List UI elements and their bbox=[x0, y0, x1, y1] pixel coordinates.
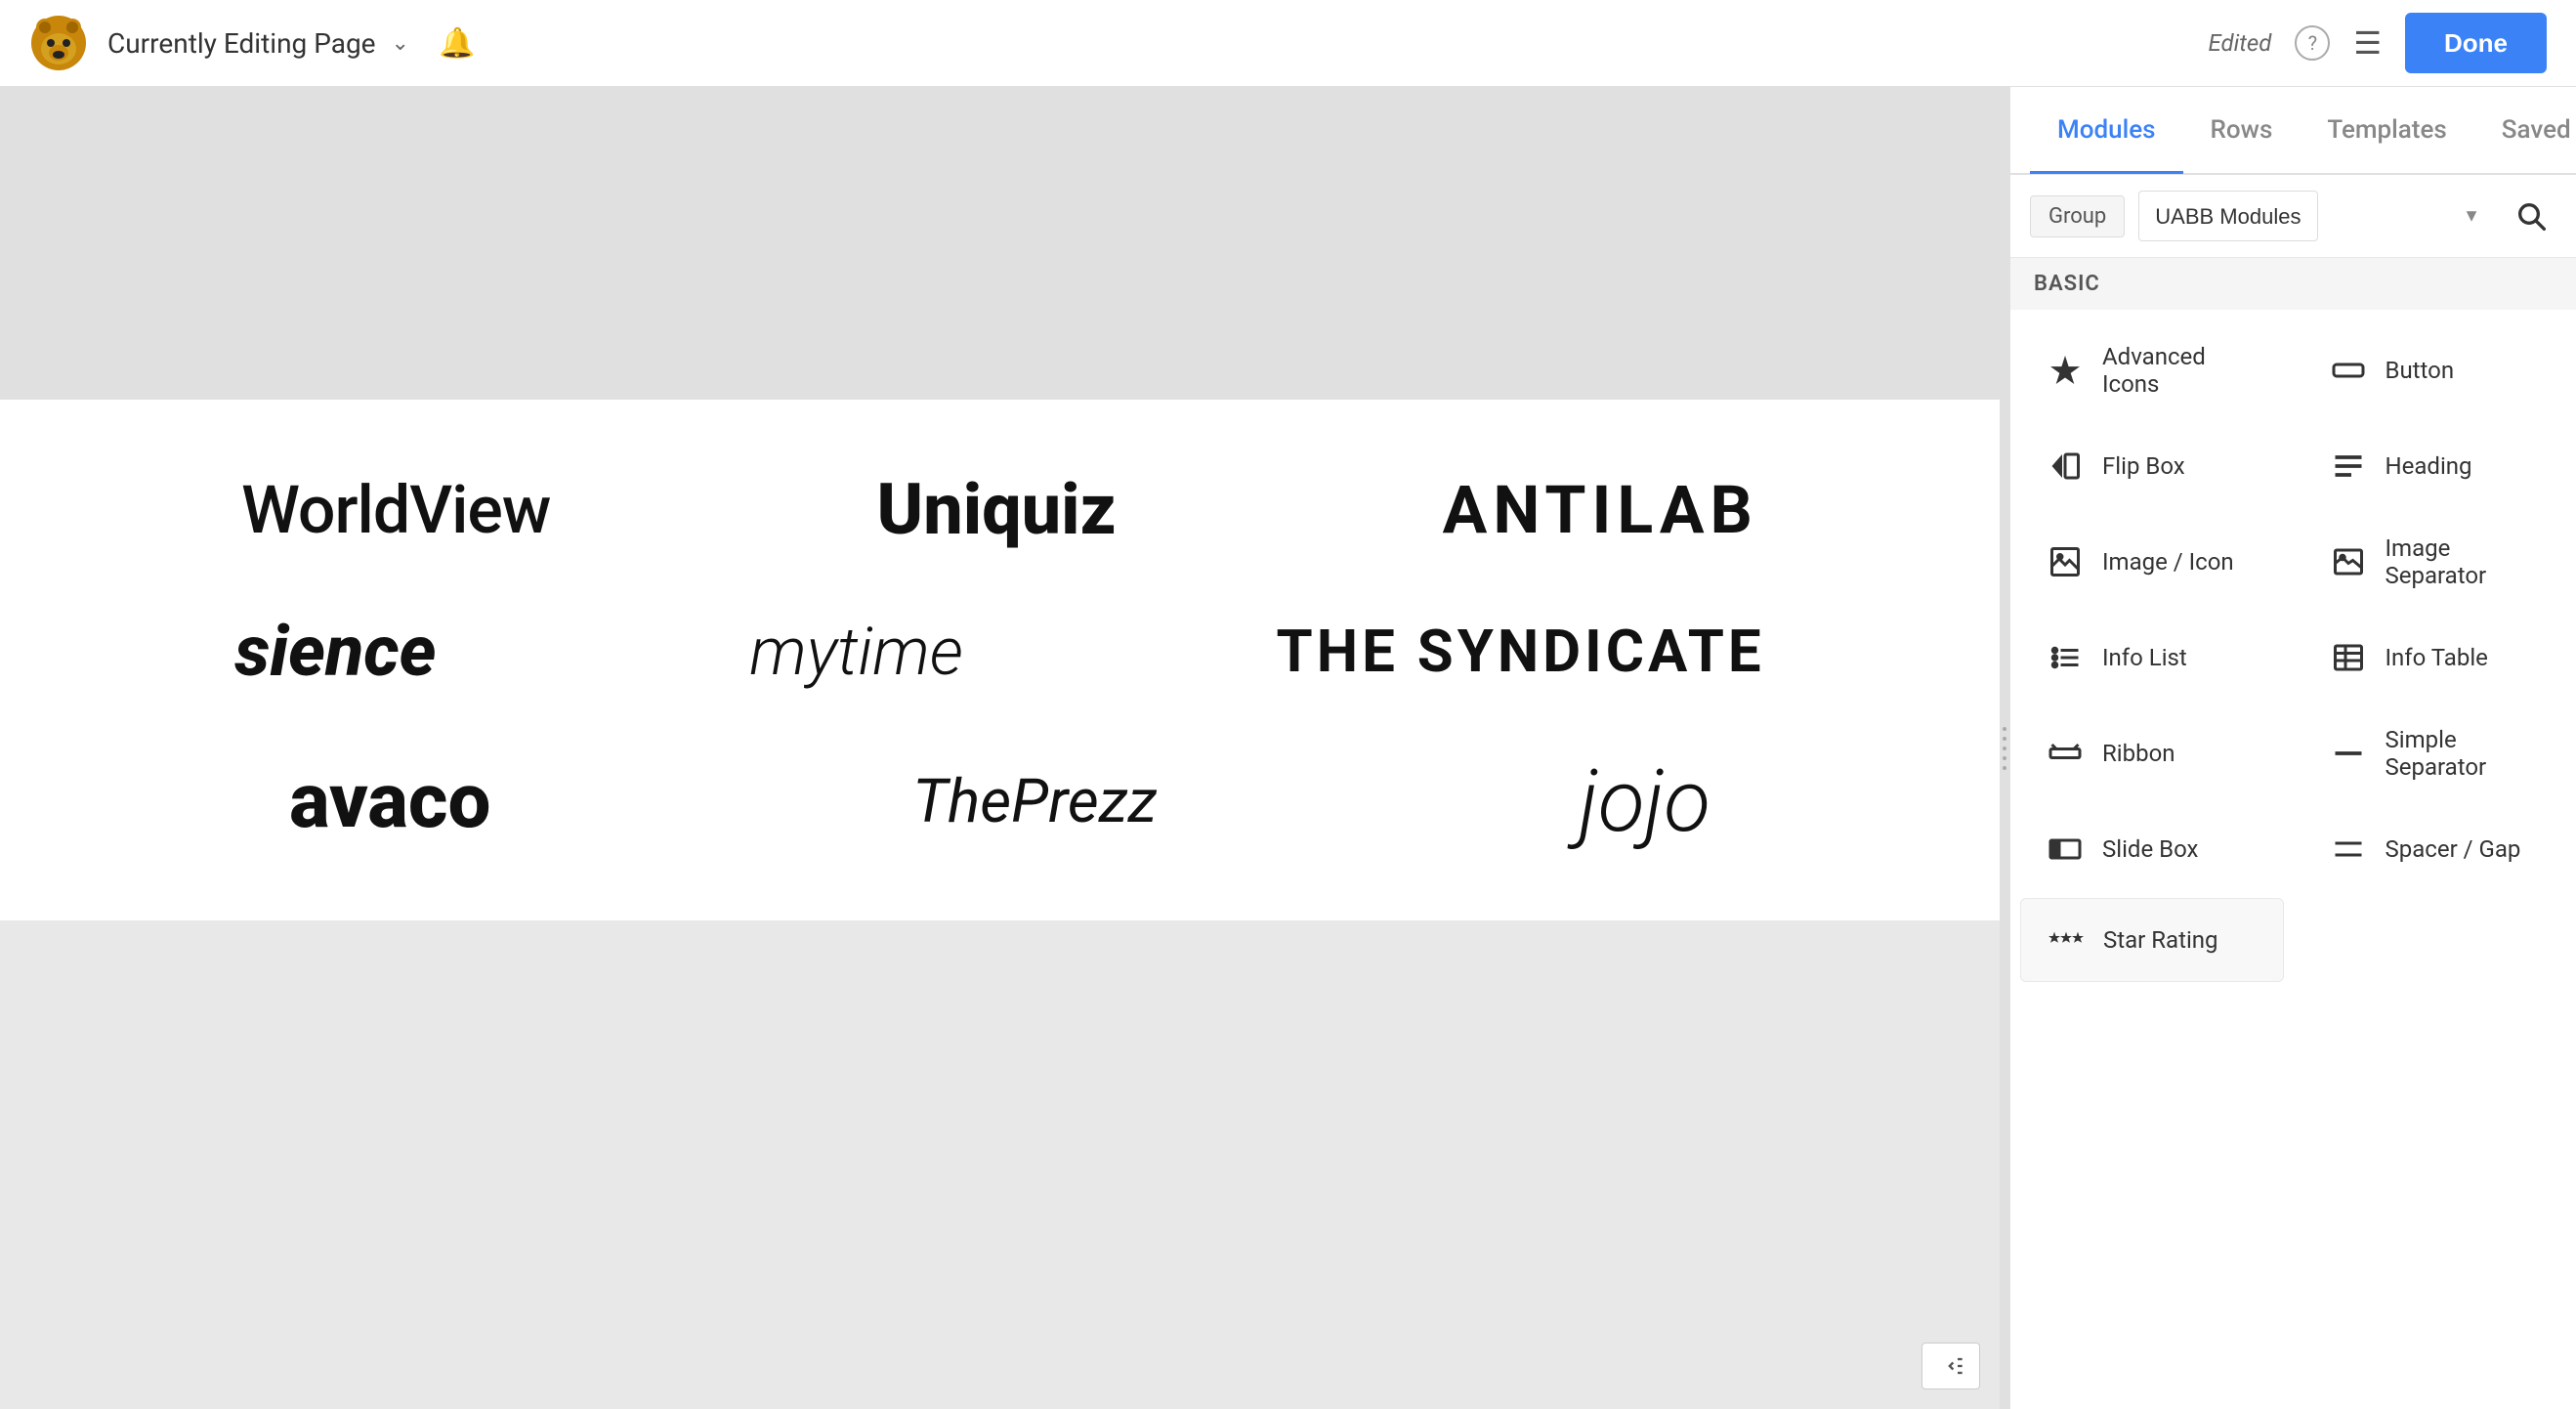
advanced-icons-icon bbox=[2044, 349, 2087, 392]
star-rating-icon bbox=[2045, 918, 2088, 961]
page-title: Currently Editing Page bbox=[107, 27, 376, 60]
info-list-icon bbox=[2044, 636, 2087, 679]
logo-worldview: WorldView bbox=[241, 471, 550, 549]
slide-box-icon bbox=[2044, 828, 2087, 871]
notification-bell-icon[interactable]: 🔔 bbox=[439, 26, 475, 61]
tab-templates[interactable]: Templates bbox=[2300, 88, 2473, 174]
resize-handle[interactable] bbox=[2000, 87, 2009, 1409]
slide-box-label: Slide Box bbox=[2102, 835, 2198, 863]
page-dropdown-icon[interactable]: ⌄ bbox=[392, 31, 409, 56]
info-table-label: Info Table bbox=[2386, 644, 2488, 671]
collapse-panel-button[interactable] bbox=[1921, 1343, 1980, 1389]
flip-box-icon bbox=[2044, 445, 2087, 488]
flip-box-label: Flip Box bbox=[2102, 452, 2185, 480]
info-table-icon bbox=[2327, 636, 2370, 679]
search-modules-button[interactable] bbox=[2506, 191, 2556, 241]
tab-saved[interactable]: Saved bbox=[2474, 88, 2576, 174]
spacer-gap-label: Spacer / Gap bbox=[2386, 835, 2521, 863]
logo-row-1: WorldView Uniquiz ANTILAB bbox=[78, 439, 1921, 580]
module-item-star-rating[interactable]: Star Rating bbox=[2020, 898, 2284, 982]
sidebar-tabs: Modules Rows Templates Saved bbox=[2010, 87, 2576, 175]
select-arrow-icon: ▼ bbox=[2463, 206, 2480, 227]
module-item-flip-box[interactable]: Flip Box bbox=[2020, 425, 2284, 507]
logo-syndicate: THE SYNDICATE bbox=[1277, 617, 1765, 686]
logo-row-2: sience mytime THE SYNDICATE bbox=[78, 580, 1921, 722]
image-icon-icon bbox=[2044, 540, 2087, 583]
canvas-top-region bbox=[0, 87, 2000, 400]
logo-jojo: jojo bbox=[1579, 751, 1710, 852]
module-item-button[interactable]: Button bbox=[2303, 323, 2567, 417]
module-grid: Advanced Icons Button bbox=[2010, 310, 2576, 996]
help-icon[interactable]: ? bbox=[2295, 25, 2330, 61]
logo-theprezz: ThePrezz bbox=[912, 766, 1157, 837]
module-filter-row: Group UABB Modules BB Modules ▼ bbox=[2010, 175, 2576, 258]
button-icon bbox=[2327, 349, 2370, 392]
module-group-select[interactable]: UABB Modules BB Modules bbox=[2138, 191, 2318, 241]
simple-separator-label: Simple Separator bbox=[2386, 726, 2544, 781]
module-item-simple-separator[interactable]: Simple Separator bbox=[2303, 706, 2567, 800]
module-item-ribbon[interactable]: Ribbon bbox=[2020, 706, 2284, 800]
done-button[interactable]: Done bbox=[2405, 13, 2547, 73]
image-separator-icon bbox=[2327, 540, 2370, 583]
module-item-info-table[interactable]: Info Table bbox=[2303, 617, 2567, 699]
simple-separator-icon bbox=[2327, 732, 2370, 775]
button-label: Button bbox=[2386, 357, 2455, 384]
heading-icon bbox=[2327, 445, 2370, 488]
tab-modules[interactable]: Modules bbox=[2030, 88, 2183, 174]
logo-avaco: avaco bbox=[289, 757, 490, 846]
brand-logo bbox=[29, 14, 88, 72]
ribbon-icon bbox=[2044, 732, 2087, 775]
module-item-advanced-icons[interactable]: Advanced Icons bbox=[2020, 323, 2284, 417]
basic-section-header: Basic bbox=[2010, 258, 2576, 310]
advanced-icons-label: Advanced Icons bbox=[2102, 343, 2260, 398]
logo-mytime: mytime bbox=[749, 613, 963, 691]
spacer-gap-icon bbox=[2327, 828, 2370, 871]
module-item-spacer-gap[interactable]: Spacer / Gap bbox=[2303, 808, 2567, 890]
tab-rows[interactable]: Rows bbox=[2183, 88, 2301, 174]
sidebar: Modules Rows Templates Saved Group UABB … bbox=[2009, 87, 2576, 1409]
canvas-area: WorldView Uniquiz ANTILAB sience mytime … bbox=[0, 87, 2000, 1409]
image-separator-label: Image Separator bbox=[2386, 534, 2544, 589]
module-item-slide-box[interactable]: Slide Box bbox=[2020, 808, 2284, 890]
module-item-info-list[interactable]: Info List bbox=[2020, 617, 2284, 699]
image-icon-label: Image / Icon bbox=[2102, 548, 2234, 576]
module-group-select-wrapper: UABB Modules BB Modules ▼ bbox=[2138, 191, 2492, 241]
module-item-heading[interactable]: Heading bbox=[2303, 425, 2567, 507]
logo-row-3: avaco ThePrezz jojo bbox=[78, 722, 1921, 881]
logo-uniquiz: Uniquiz bbox=[877, 468, 1117, 551]
edited-status: Edited bbox=[2208, 29, 2271, 57]
topbar: Currently Editing Page ⌄ 🔔 Edited ? ☰ Do… bbox=[0, 0, 2576, 87]
topbar-right: Edited ? ☰ Done bbox=[2208, 13, 2547, 73]
module-item-image-icon[interactable]: Image / Icon bbox=[2020, 515, 2284, 609]
hamburger-menu-icon[interactable]: ☰ bbox=[2353, 24, 2382, 62]
star-rating-label: Star Rating bbox=[2103, 926, 2218, 954]
logos-section: WorldView Uniquiz ANTILAB sience mytime … bbox=[0, 400, 2000, 920]
module-item-image-separator[interactable]: Image Separator bbox=[2303, 515, 2567, 609]
info-list-label: Info List bbox=[2102, 644, 2187, 671]
heading-label: Heading bbox=[2386, 452, 2472, 480]
logo-antilab: ANTILAB bbox=[1443, 471, 1758, 549]
logo-sience: sience bbox=[234, 610, 436, 693]
ribbon-label: Ribbon bbox=[2102, 740, 2175, 767]
main-layout: WorldView Uniquiz ANTILAB sience mytime … bbox=[0, 87, 2576, 1409]
group-label: Group bbox=[2030, 195, 2125, 237]
